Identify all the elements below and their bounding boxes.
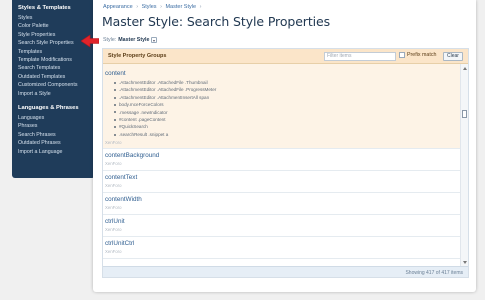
sidebar-section-languages-title: Languages & Phrases bbox=[18, 105, 79, 112]
clear-button[interactable]: Clear bbox=[443, 52, 463, 61]
panel-footer: Showing 417 of 417 items bbox=[103, 266, 468, 277]
page-title: Master Style: Search Style Properties bbox=[102, 14, 331, 29]
sidebar-item-import-style[interactable]: Import a Style bbox=[18, 90, 95, 98]
sidebar-item-color-palette[interactable]: Color Palette bbox=[18, 22, 95, 30]
sidebar-item-search-templates[interactable]: Search Templates bbox=[18, 64, 95, 72]
sidebar-item-styles[interactable]: Styles bbox=[18, 14, 95, 22]
sidebar-item-import-language[interactable]: Import a Language bbox=[18, 148, 95, 156]
addon-label: XenForo bbox=[105, 140, 122, 146]
selector-list: .AttachmentEditor .AttachedFile .Thumbna… bbox=[105, 79, 454, 138]
style-chooser-label: Style: bbox=[103, 37, 117, 43]
breadcrumb-separator: › bbox=[136, 4, 139, 10]
addon-label: XenForo bbox=[105, 161, 122, 166]
prefix-match-checkbox[interactable] bbox=[399, 52, 405, 58]
sidebar-item-customized-components[interactable]: Customized Components bbox=[18, 81, 95, 89]
prefix-match-label: Prefix match bbox=[407, 52, 437, 58]
selector-item: .message .newIndicator bbox=[105, 109, 454, 116]
style-property-groups-panel: Style Property Groups Filter items Prefi… bbox=[102, 48, 469, 278]
chevron-down-icon[interactable] bbox=[151, 37, 158, 43]
breadcrumb-separator: › bbox=[199, 4, 202, 10]
selector-item: .AttachmentEditor .AttachedFile .Progres… bbox=[105, 86, 454, 93]
selector-item: .AttachmentEditor .AttachedFile .Thumbna… bbox=[105, 79, 454, 86]
list-item[interactable]: ctrlUnit XenForo bbox=[103, 215, 460, 237]
list-item[interactable]: ctrlUnitCtrl XenForo bbox=[103, 237, 460, 259]
sidebar-section-styles-title: Styles & Templates bbox=[18, 5, 71, 11]
sidebar-item-search-phrases[interactable]: Search Phrases bbox=[18, 131, 95, 139]
property-name-link[interactable]: ctrlUnitCtrl bbox=[105, 240, 454, 247]
scroll-up-icon[interactable] bbox=[462, 67, 467, 70]
addon-label: XenForo bbox=[105, 183, 122, 188]
property-list: content .AttachmentEditor .AttachedFile … bbox=[103, 64, 460, 267]
property-name-link[interactable]: contentWidth bbox=[105, 196, 454, 203]
property-name-link[interactable]: content bbox=[105, 70, 454, 77]
breadcrumb-appearance[interactable]: Appearance bbox=[103, 4, 133, 10]
panel-header: Style Property Groups Filter items Prefi… bbox=[103, 49, 468, 64]
main-content: Appearance › Styles › Master Style › Mas… bbox=[93, 0, 476, 292]
breadcrumb-styles[interactable]: Styles bbox=[142, 4, 157, 10]
selector-item: #content .pageContent bbox=[105, 116, 454, 123]
property-name-link[interactable]: contentBackground bbox=[105, 152, 454, 159]
list-item[interactable]: contentBackground XenForo bbox=[103, 149, 460, 171]
admin-sidebar: Styles & Templates Styles Color Palette … bbox=[12, 0, 95, 178]
sidebar-item-template-modifications[interactable]: Template Modifications bbox=[18, 56, 95, 64]
scroll-down-icon[interactable] bbox=[462, 261, 467, 264]
selector-item: .AttachmentEditor .AttachmentInsertAll s… bbox=[105, 94, 454, 101]
filter-input[interactable]: Filter items bbox=[324, 52, 396, 61]
selector-item: #QuickSearch bbox=[105, 123, 454, 130]
sidebar-item-languages[interactable]: Languages bbox=[18, 114, 95, 122]
sidebar-item-templates[interactable]: Templates bbox=[18, 48, 95, 56]
property-name-link[interactable]: contentText bbox=[105, 174, 454, 181]
item-count: Showing 417 of 417 items bbox=[405, 270, 463, 276]
scrollbar-thumb[interactable] bbox=[462, 110, 467, 118]
selector-item: .searchResult .snippet a bbox=[105, 131, 454, 138]
list-item[interactable]: content .AttachmentEditor .AttachedFile … bbox=[103, 64, 460, 149]
addon-label: XenForo bbox=[105, 227, 122, 232]
addon-label: XenForo bbox=[105, 205, 122, 210]
selector-item: body.mceForceColors bbox=[105, 101, 454, 108]
arrow-annotation-icon bbox=[81, 34, 99, 48]
breadcrumb-master-style[interactable]: Master Style bbox=[165, 4, 196, 10]
addon-label: XenForo bbox=[105, 249, 122, 254]
sidebar-item-outdated-phrases[interactable]: Outdated Phrases bbox=[18, 139, 95, 147]
prefix-match-toggle[interactable]: Prefix match bbox=[399, 52, 436, 58]
panel-title: Style Property Groups bbox=[108, 53, 167, 59]
property-name-link[interactable]: ctrlUnit bbox=[105, 218, 454, 225]
list-item[interactable]: contentWidth XenForo bbox=[103, 193, 460, 215]
style-chooser[interactable]: Style: Master Style bbox=[103, 37, 158, 43]
breadcrumb: Appearance › Styles › Master Style › bbox=[103, 4, 203, 10]
sidebar-item-phrases[interactable]: Phrases bbox=[18, 122, 95, 130]
list-scrollbar[interactable] bbox=[460, 64, 468, 267]
style-chooser-value[interactable]: Master Style bbox=[118, 37, 149, 43]
sidebar-item-outdated-templates[interactable]: Outdated Templates bbox=[18, 73, 95, 81]
list-item[interactable]: contentText XenForo bbox=[103, 171, 460, 193]
breadcrumb-separator: › bbox=[160, 4, 162, 10]
